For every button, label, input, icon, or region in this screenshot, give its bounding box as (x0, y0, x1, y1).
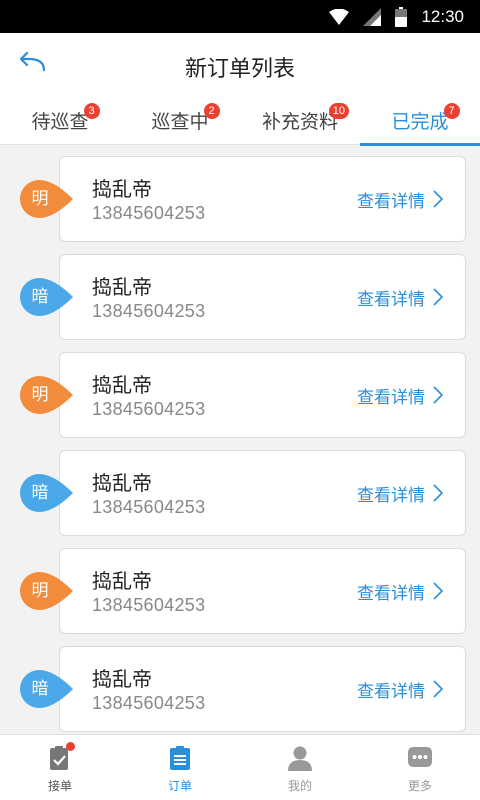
nav-label: 我的 (287, 779, 312, 793)
customer-phone: 13845604253 (92, 399, 206, 419)
nav-label: 订单 (167, 779, 192, 793)
order-list[interactable]: 捣乱帝 13845604253 查看详情 明 捣乱帝 13845604253 查… (0, 146, 480, 734)
customer-phone: 13845604253 (92, 693, 206, 713)
view-details-button[interactable]: 查看详情 (357, 676, 443, 702)
customer-name: 捣乱帝 (92, 471, 152, 495)
order-card[interactable]: 捣乱帝 13845604253 查看详情 (59, 156, 466, 242)
tab-completed[interactable]: 已完成 7 (360, 95, 480, 146)
count-badge: 7 (443, 103, 460, 119)
customer-name: 捣乱帝 (92, 667, 152, 691)
order-type-label: 暗 (31, 287, 49, 307)
notification-dot (66, 742, 75, 751)
view-details-label: 查看详情 (357, 289, 425, 310)
nav-item-profile[interactable]: 我的 (240, 735, 360, 800)
order-list-item[interactable]: 捣乱帝 13845604253 查看详情 暗 (0, 450, 480, 536)
chevron-right-icon (433, 582, 443, 600)
nav-item-accept-orders[interactable]: 接单 (0, 735, 120, 800)
tab-label-text: 已完成 (391, 111, 449, 133)
order-card[interactable]: 捣乱帝 13845604253 查看详情 (59, 450, 466, 536)
order-card[interactable]: 捣乱帝 13845604253 查看详情 (59, 254, 466, 340)
battery-icon (395, 6, 408, 27)
chevron-right-icon (433, 190, 443, 208)
customer-name: 捣乱帝 (92, 177, 152, 201)
order-type-tag: 明 (20, 376, 74, 414)
order-type-label: 暗 (31, 679, 49, 699)
chevron-right-icon (433, 386, 443, 404)
user-icon (288, 746, 312, 771)
order-list-item[interactable]: 捣乱帝 13845604253 查看详情 明 (0, 548, 480, 634)
order-type-tag: 暗 (20, 278, 74, 316)
count-badge: 2 (203, 103, 220, 119)
tab-supplement-info[interactable]: 补充资料 10 (240, 95, 360, 145)
customer-phone: 13845604253 (92, 301, 206, 321)
order-card[interactable]: 捣乱帝 13845604253 查看详情 (59, 646, 466, 732)
page-title: 新订单列表 (184, 57, 295, 82)
order-type-tag: 暗 (20, 670, 74, 708)
status-bar: 12:30 (0, 0, 480, 33)
clock-time: 12:30 (421, 6, 464, 26)
tab-pending-inspection[interactable]: 待巡查 3 (0, 95, 120, 145)
view-details-label: 查看详情 (357, 583, 425, 604)
count-badge: 3 (83, 103, 100, 119)
tab-label: 补充资料 10 (261, 103, 349, 134)
view-details-label: 查看详情 (357, 681, 425, 702)
view-details-button[interactable]: 查看详情 (357, 186, 443, 212)
order-list-item[interactable]: 捣乱帝 13845604253 查看详情 暗 (0, 646, 480, 732)
nav-label: 更多 (407, 779, 432, 793)
view-details-button[interactable]: 查看详情 (357, 382, 443, 408)
customer-phone: 13845604253 (92, 595, 206, 615)
view-details-label: 查看详情 (357, 387, 425, 408)
tab-label-text: 巡查中 (151, 111, 209, 133)
nav-item-more[interactable]: 更多 (360, 735, 480, 800)
tab-label-text: 补充资料 (261, 111, 338, 133)
status-tabs: 待巡查 3 巡查中 2 补充资料 10 已完成 7 (0, 95, 480, 146)
order-type-tag: 暗 (20, 474, 74, 512)
order-type-label: 明 (31, 385, 49, 405)
tab-label: 已完成 7 (391, 103, 460, 134)
view-details-button[interactable]: 查看详情 (357, 578, 443, 604)
status-icons: 12:30 (329, 0, 464, 33)
chevron-right-icon (433, 484, 443, 502)
order-card[interactable]: 捣乱帝 13845604253 查看详情 (59, 352, 466, 438)
order-type-label: 暗 (31, 483, 49, 503)
view-details-button[interactable]: 查看详情 (357, 480, 443, 506)
wifi-icon (329, 8, 350, 25)
nav-item-orders[interactable]: 订单 (120, 735, 240, 800)
tab-label-text: 待巡查 (31, 111, 89, 133)
order-type-tag: 明 (20, 180, 74, 218)
tab-label: 待巡查 3 (31, 103, 100, 134)
tab-inspecting[interactable]: 巡查中 2 (120, 95, 240, 145)
order-type-label: 明 (31, 581, 49, 601)
count-badge: 10 (328, 103, 349, 119)
more-chat-icon (408, 747, 432, 767)
order-type-label: 明 (31, 189, 49, 209)
customer-name: 捣乱帝 (92, 569, 152, 593)
customer-name: 捣乱帝 (92, 275, 152, 299)
customer-phone: 13845604253 (92, 497, 206, 517)
customer-name: 捣乱帝 (92, 373, 152, 397)
signal-icon (363, 7, 382, 26)
bottom-nav: 接单 订单 我的 更多 (0, 734, 480, 800)
nav-label: 接单 (47, 779, 72, 793)
order-list-item[interactable]: 捣乱帝 13845604253 查看详情 暗 (0, 254, 480, 340)
customer-phone: 13845604253 (92, 203, 206, 223)
tab-label: 巡查中 2 (151, 103, 220, 134)
chevron-right-icon (433, 288, 443, 306)
order-list-item[interactable]: 捣乱帝 13845604253 查看详情 明 (0, 352, 480, 438)
order-list-icon (170, 746, 190, 770)
view-details-label: 查看详情 (357, 191, 425, 212)
view-details-button[interactable]: 查看详情 (357, 284, 443, 310)
order-type-tag: 明 (20, 572, 74, 610)
order-card[interactable]: 捣乱帝 13845604253 查看详情 (59, 548, 466, 634)
view-details-label: 查看详情 (357, 485, 425, 506)
order-list-item[interactable]: 捣乱帝 13845604253 查看详情 明 (0, 156, 480, 242)
header: 新订单列表 (0, 33, 480, 95)
chevron-right-icon (433, 680, 443, 698)
